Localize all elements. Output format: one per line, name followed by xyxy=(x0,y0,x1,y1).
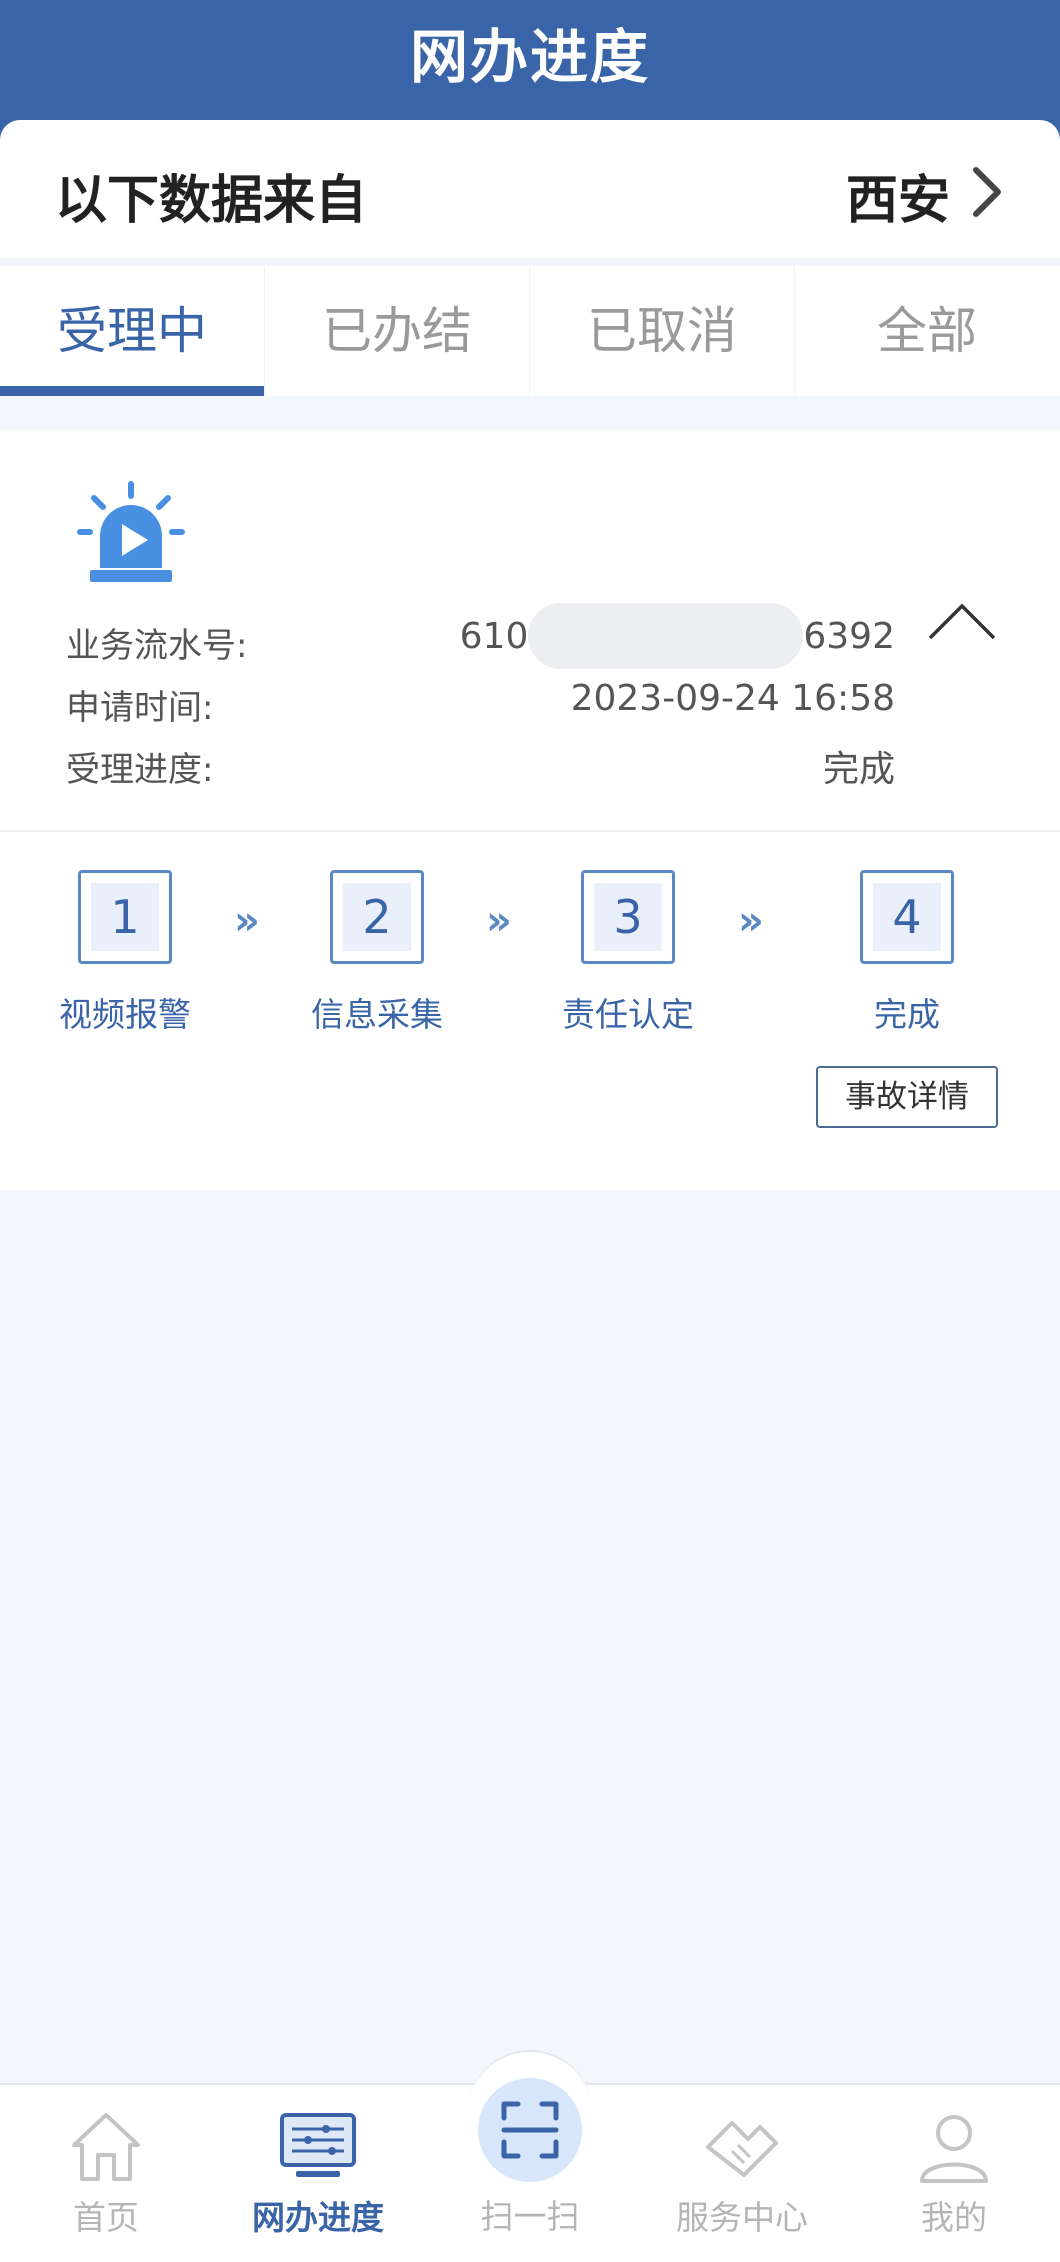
nav-home[interactable]: 首页 xyxy=(0,2085,212,2262)
data-source-label: 以下数据来自 xyxy=(55,171,368,231)
serial-number-prefix: 610 xyxy=(459,616,529,657)
double-chevron-icon: » xyxy=(738,898,764,944)
record-card: 业务流水号: 610 6392 申请时间: 2023-09-24 16:58 受理… xyxy=(0,430,1060,1190)
progress-value: 完成 xyxy=(822,749,895,790)
tab-in-progress[interactable]: 受理中 xyxy=(0,266,264,396)
serial-number-value: 610 6392 xyxy=(459,603,895,669)
step-1-label: 视频报警 xyxy=(59,995,191,1034)
step-3-number: 3 xyxy=(594,883,662,951)
tab-all[interactable]: 全部 xyxy=(795,266,1059,396)
step-4-box: 4 xyxy=(860,870,954,964)
nav-mine[interactable]: 我的 xyxy=(848,2085,1060,2262)
scan-icon[interactable] xyxy=(498,2098,562,2162)
divider xyxy=(0,830,1060,832)
user-icon xyxy=(920,2115,988,2183)
page-title: 网办进度 xyxy=(409,23,650,91)
nav-progress[interactable]: 网办进度 xyxy=(212,2085,424,2262)
accident-details-button[interactable]: 事故详情 xyxy=(816,1066,998,1128)
nav-home-label: 首页 xyxy=(73,2198,139,2237)
step-1-box: 1 xyxy=(78,870,172,964)
apply-time-label: 申请时间: xyxy=(66,688,214,728)
step-4-number: 4 xyxy=(873,883,941,951)
step-2-box: 2 xyxy=(330,870,424,964)
nav-service-center-label: 服务中心 xyxy=(676,2198,808,2237)
step-3-box: 3 xyxy=(581,870,675,964)
step-4-label: 完成 xyxy=(874,995,940,1034)
alarm-light-icon xyxy=(77,481,185,582)
nav-service-center[interactable]: 服务中心 xyxy=(636,2085,848,2262)
step-3-label: 责任认定 xyxy=(562,995,694,1034)
serial-number-label: 业务流水号: xyxy=(66,626,248,666)
monitor-icon xyxy=(280,2113,356,2177)
double-chevron-icon: » xyxy=(486,898,512,944)
step-2-label: 信息采集 xyxy=(311,995,443,1034)
chevron-right-icon[interactable] xyxy=(962,164,1012,220)
nav-progress-label: 网办进度 xyxy=(252,2198,384,2237)
double-chevron-icon: » xyxy=(234,898,260,944)
tab-completed[interactable]: 已办结 xyxy=(265,266,529,396)
apply-time-value: 2023-09-24 16:58 xyxy=(570,678,895,719)
chevron-up-icon[interactable] xyxy=(926,598,998,644)
data-source-city[interactable]: 西安 xyxy=(846,158,950,233)
progress-label: 受理进度: xyxy=(66,750,214,790)
step-2-number: 2 xyxy=(343,883,411,951)
serial-number-suffix: 6392 xyxy=(803,616,895,657)
data-source-row[interactable]: 以下数据来自 西安 xyxy=(0,120,1060,258)
status-tabs: 受理中 已办结 已取消 全部 xyxy=(0,266,1060,396)
tab-cancelled[interactable]: 已取消 xyxy=(530,266,794,396)
nav-scan-label[interactable]: 扫一扫 xyxy=(424,2190,636,2238)
home-icon xyxy=(72,2113,140,2181)
handshake-icon xyxy=(706,2121,778,2177)
step-1-number: 1 xyxy=(91,883,159,951)
nav-mine-label: 我的 xyxy=(921,2198,987,2237)
divider xyxy=(0,258,1060,266)
active-tab-indicator xyxy=(0,386,264,396)
redacted-blur xyxy=(528,603,804,669)
